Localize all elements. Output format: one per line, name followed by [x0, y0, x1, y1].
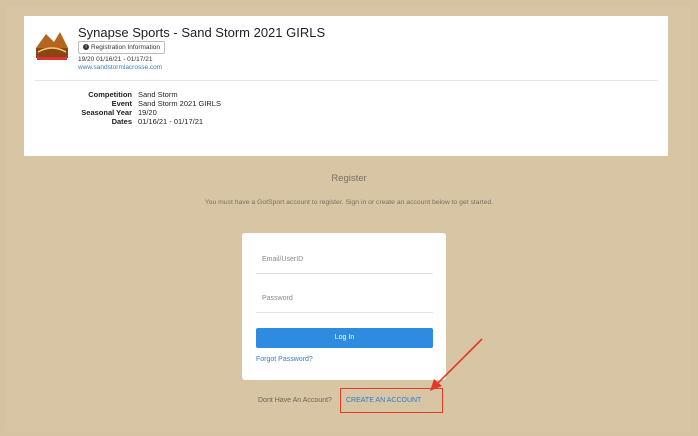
- info-row-seasonal-year: Seasonal Year 19/20: [54, 108, 221, 117]
- password-field[interactable]: Password: [256, 285, 433, 313]
- info-row-competition: Competition Sand Storm: [54, 90, 221, 99]
- info-label: Seasonal Year: [81, 108, 132, 117]
- event-header-card: Synapse Sports - Sand Storm 2021 GIRLS i…: [24, 16, 668, 156]
- email-field[interactable]: Email/UserID: [256, 246, 433, 274]
- info-label: Dates: [111, 117, 132, 126]
- info-value: Sand Storm: [138, 90, 178, 99]
- register-heading: Register: [331, 173, 367, 184]
- info-label: Competition: [88, 90, 132, 99]
- login-card: Email/UserID Password Log In Forgot Pass…: [242, 233, 446, 380]
- forgot-password-link[interactable]: Forgot Password?: [256, 356, 313, 363]
- annotation-arrow-icon: [430, 338, 483, 391]
- registration-information-label: Registration Information: [91, 44, 161, 51]
- info-value: 01/16/21 - 01/17/21: [138, 117, 204, 126]
- header-divider: [34, 80, 658, 81]
- register-instructions: You must have a GotSport account to regi…: [204, 199, 494, 206]
- info-value: 19/20: [138, 108, 157, 117]
- event-info-table: Competition Sand Storm Event Sand Storm …: [54, 90, 221, 126]
- info-row-event: Event Sand Storm 2021 GIRLS: [54, 99, 221, 108]
- event-dates-line: 19/20 01/16/21 - 01/17/21: [78, 56, 153, 63]
- info-label: Event: [111, 99, 132, 108]
- registration-information-button[interactable]: i Registration Information: [78, 41, 166, 54]
- info-icon: i: [83, 44, 89, 51]
- info-value: Sand Storm 2021 GIRLS: [138, 99, 221, 108]
- login-button[interactable]: Log In: [256, 328, 433, 348]
- info-row-dates: Dates 01/16/21 - 01/17/21: [54, 117, 221, 126]
- no-account-text: Dont Have An Account?: [258, 397, 332, 404]
- event-title: Synapse Sports - Sand Storm 2021 GIRLS: [78, 25, 326, 40]
- sand-storm-logo: [34, 26, 70, 62]
- event-website-link[interactable]: www.sandstormlacrosse.com: [78, 64, 162, 71]
